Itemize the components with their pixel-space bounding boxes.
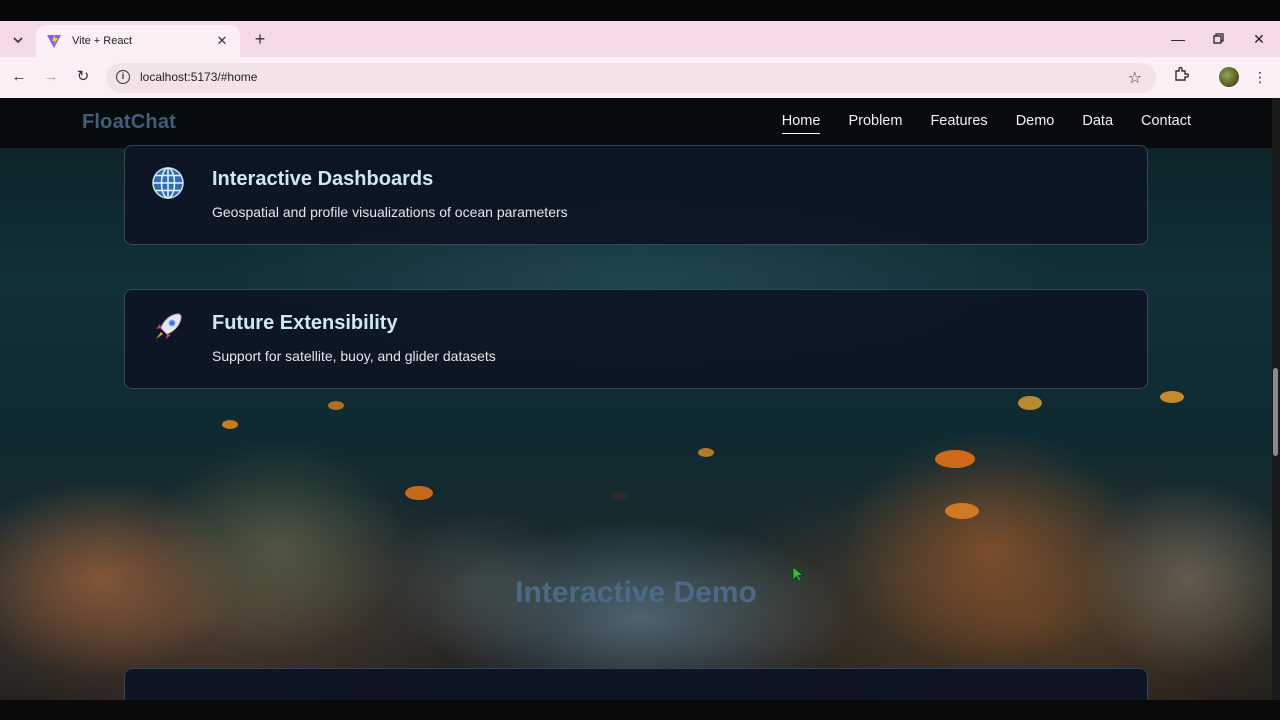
browser-tab[interactable]: Vite + React ✕ (36, 25, 240, 57)
back-arrow-icon[interactable]: ← (8, 66, 30, 88)
fish-decoration (222, 420, 238, 429)
new-tab-icon[interactable]: + (250, 29, 270, 49)
browser-window: Vite + React ✕ + — ✕ ← → ↻ i localhost:5… (0, 0, 1280, 720)
close-window-icon[interactable]: ✕ (1247, 29, 1271, 49)
browser-toolbar: ← → ↻ i localhost:5173/#home ☆ ⋮ (0, 57, 1280, 98)
site-navbar: FloatChat Home Problem Features Demo Dat… (0, 98, 1272, 148)
mouse-cursor-icon (792, 566, 804, 582)
bottom-bar (0, 700, 1280, 720)
fish-decoration (328, 401, 344, 410)
section-title: Interactive Demo (515, 576, 757, 609)
feature-card: Future Extensibility Support for satelli… (124, 289, 1148, 389)
top-bar (0, 0, 1280, 21)
fish-decoration (612, 491, 628, 500)
nav-links: Home Problem Features Demo Data Contact (781, 113, 1191, 134)
nav-data[interactable]: Data (1082, 113, 1113, 129)
menu-dots-icon[interactable]: ⋮ (1249, 66, 1271, 88)
profile-avatar[interactable] (1219, 67, 1239, 87)
card-title: Future Extensibility (212, 312, 398, 334)
vite-logo-icon (46, 33, 62, 49)
forward-arrow-icon[interactable]: → (40, 66, 62, 88)
fish-decoration (1160, 391, 1184, 403)
extensions-icon[interactable] (1170, 66, 1192, 88)
rocket-icon (151, 310, 185, 344)
page-viewport: FloatChat Home Problem Features Demo Dat… (0, 98, 1272, 700)
nav-features[interactable]: Features (930, 113, 987, 129)
nav-problem[interactable]: Problem (848, 113, 902, 129)
card-description: Geospatial and profile visualizations of… (212, 204, 568, 220)
globe-icon (151, 166, 185, 200)
tab-search-icon[interactable] (7, 29, 29, 51)
card-description: Support for satellite, buoy, and glider … (212, 348, 496, 364)
url-text[interactable]: localhost:5173/#home (140, 70, 257, 84)
fish-decoration (1018, 396, 1042, 410)
minimize-icon[interactable]: — (1166, 29, 1190, 49)
fish-decoration (945, 503, 979, 519)
fish-decoration (698, 448, 714, 457)
nav-contact[interactable]: Contact (1141, 113, 1191, 129)
demo-panel (124, 668, 1148, 700)
bookmark-star-icon[interactable]: ☆ (1128, 68, 1142, 88)
nav-home[interactable]: Home (781, 113, 820, 134)
fish-decoration (935, 450, 975, 468)
brand-logo[interactable]: FloatChat (82, 111, 176, 134)
site-info-icon[interactable]: i (116, 70, 130, 84)
close-tab-icon[interactable]: ✕ (214, 33, 230, 49)
address-bar[interactable]: i localhost:5173/#home ☆ (106, 63, 1156, 93)
card-title: Interactive Dashboards (212, 168, 434, 190)
coral-decoration (150, 438, 410, 658)
feature-card: Interactive Dashboards Geospatial and pr… (124, 145, 1148, 245)
tab-strip: Vite + React ✕ + — ✕ (0, 21, 1280, 57)
reload-icon[interactable]: ↻ (72, 66, 94, 88)
tab-title: Vite + React (72, 35, 133, 47)
fish-decoration (405, 486, 433, 500)
scrollbar-thumb[interactable] (1273, 368, 1278, 456)
restore-icon[interactable] (1206, 29, 1230, 49)
nav-demo[interactable]: Demo (1016, 113, 1055, 129)
